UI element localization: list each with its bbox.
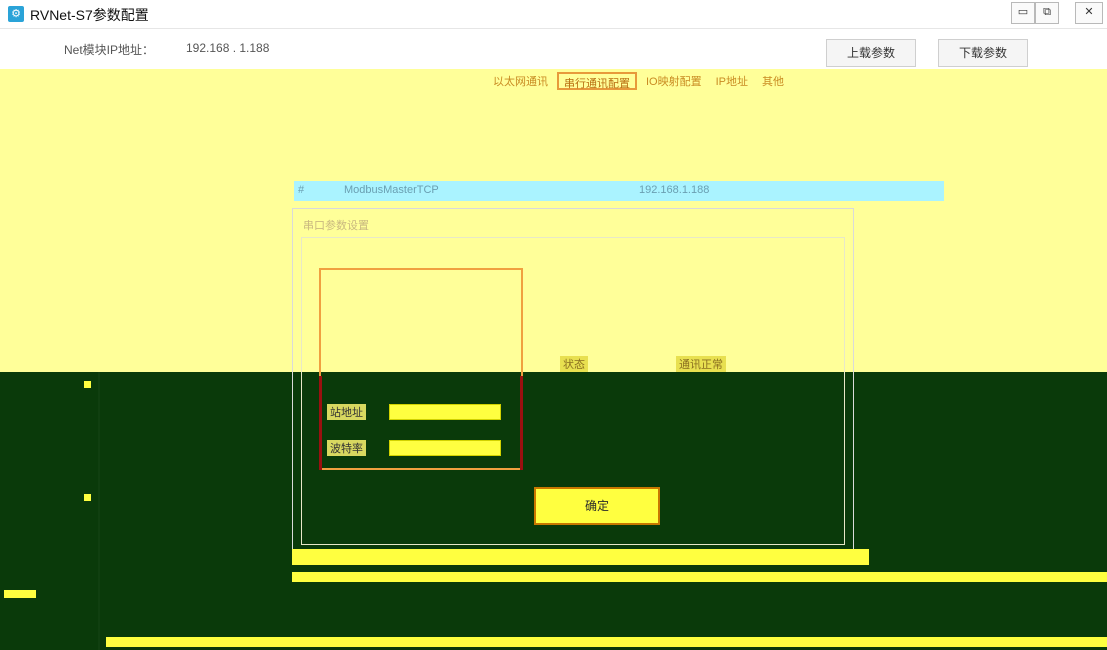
close-button[interactable]: ✕ (1075, 2, 1103, 24)
minimize-button[interactable]: ▭ (1011, 2, 1035, 24)
ok-button[interactable]: 确定 (534, 487, 660, 525)
tab-ethernet[interactable]: 以太网通讯 (488, 72, 553, 90)
tab-strip: 以太网通讯 串行通讯配置 IO映射配置 IP地址 其他 (488, 72, 789, 90)
title-bar: ⚙ RVNet-S7参数配置 ▭ ⧉ ✕ (0, 0, 1107, 29)
serial-settings-group: 站地址 波特率 (319, 268, 523, 470)
group-edge (319, 376, 322, 470)
station-address-label: 站地址 (327, 404, 366, 420)
gear-icon: ⚙ (8, 6, 24, 22)
toolbar: Net模块IP地址： 192.168 . 1.188 上载参数 下载参数 (0, 29, 1107, 69)
status-bar (4, 590, 36, 598)
baud-rate-input[interactable] (389, 440, 501, 456)
tab-other[interactable]: 其他 (757, 72, 789, 90)
status-bar (106, 637, 1107, 647)
download-params-button[interactable]: 下载参数 (938, 39, 1028, 67)
status-bar (292, 572, 1107, 582)
table-row[interactable]: # ModbusMasterTCP 192.168.1.188 (294, 181, 944, 201)
marker (84, 381, 91, 388)
tab-serial-config[interactable]: 串行通讯配置 (557, 72, 637, 90)
window-title: RVNet-S7参数配置 (30, 7, 149, 23)
ip-address-field[interactable]: 192.168 . 1.188 (186, 41, 269, 55)
table-cell-index: # (298, 184, 305, 196)
table-cell-protocol: ModbusMasterTCP (344, 184, 439, 196)
table-cell-ip: 192.168.1.188 (639, 184, 710, 196)
status-bar (292, 549, 869, 565)
baud-rate-label: 波特率 (327, 440, 366, 456)
tab-ip-address[interactable]: IP地址 (711, 72, 753, 90)
dialog-title: 串口参数设置 (303, 220, 369, 232)
marker (84, 494, 91, 501)
app-window: ⚙ RVNet-S7参数配置 ▭ ⧉ ✕ Net模块IP地址： 192.168 … (0, 0, 1107, 650)
tab-io-mapping[interactable]: IO映射配置 (641, 72, 707, 90)
ip-label: Net模块IP地址： (64, 43, 155, 57)
status-value: 通讯正常 (676, 356, 726, 372)
upload-params-button[interactable]: 上载参数 (826, 39, 916, 67)
maximize-button[interactable]: ⧉ (1035, 2, 1059, 24)
status-label: 状态 (560, 356, 588, 372)
divider (98, 372, 100, 650)
station-address-input[interactable] (389, 404, 501, 420)
group-edge (520, 376, 523, 470)
